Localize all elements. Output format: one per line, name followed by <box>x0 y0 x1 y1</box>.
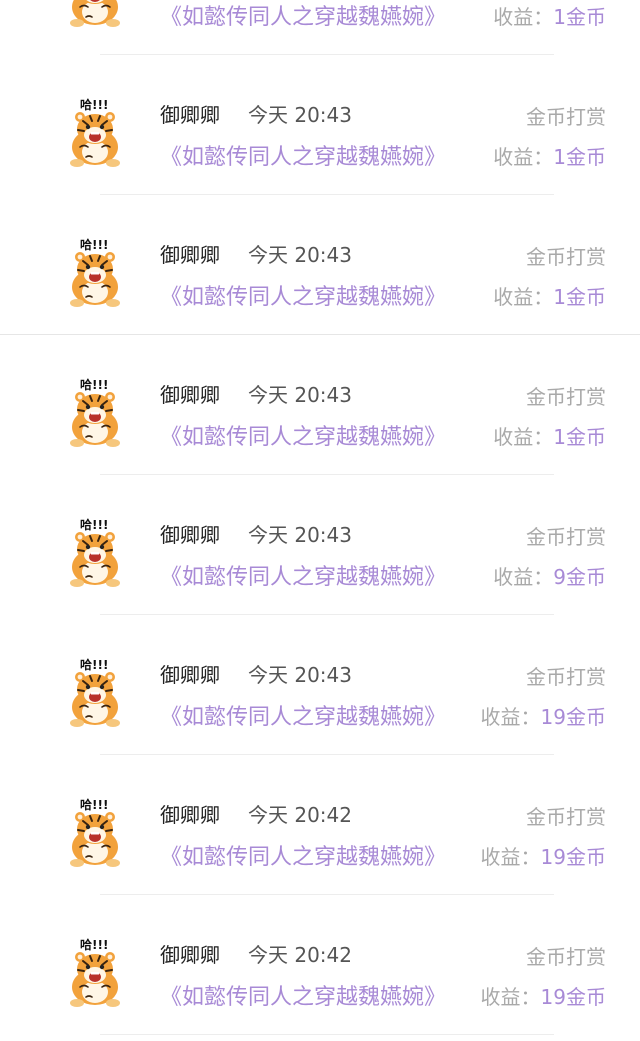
earnings: 收益：19金币 <box>481 841 606 870</box>
avatar-caption: 哈!!! <box>80 937 108 952</box>
earnings-value: 19金币 <box>540 705 606 729</box>
reward-type: 金币打赏 <box>526 385 606 409</box>
earnings-label: 收益： <box>493 565 554 589</box>
username[interactable]: 御卿卿 <box>160 379 220 408</box>
tiger-sticker-icon[interactable]: 哈!!! <box>66 797 124 867</box>
tiger-sticker-icon[interactable]: 哈!!! <box>66 237 124 307</box>
earnings: 收益：1金币 <box>493 421 606 450</box>
tiger-sticker-icon[interactable]: 哈!!! <box>66 377 124 447</box>
earnings-label: 收益： <box>480 845 541 869</box>
avatar-caption: 哈!!! <box>80 797 108 812</box>
reward-record-row[interactable]: 哈!!! 御卿卿 今天 20:43 金币打赏《如懿传同人之穿越魏嬿婉》 收益：9金币 <box>0 475 640 615</box>
earnings-value: 1金币 <box>553 425 606 449</box>
earnings-value: 1金币 <box>553 5 606 29</box>
earnings: 收益：1金币 <box>493 141 606 170</box>
avatar-caption: 哈!!! <box>80 657 108 672</box>
earnings: 收益：19金币 <box>481 981 606 1010</box>
reward-record-row[interactable]: 《如懿传同人之穿越魏嬿婉》 收益：1金币 <box>0 0 640 55</box>
avatar-caption: 哈!!! <box>80 97 108 112</box>
tiger-sticker-icon[interactable]: 哈!!! <box>66 937 124 1007</box>
username[interactable]: 御卿卿 <box>160 659 220 688</box>
earnings: 收益：19金币 <box>481 701 606 730</box>
avatar-caption: 哈!!! <box>80 517 108 532</box>
reward-record-list[interactable]: 《如懿传同人之穿越魏嬿婉》 收益：1金币 哈!!! 御卿卿 今天 20:43 金币打赏… <box>0 0 640 1035</box>
earnings-label: 收益： <box>493 425 554 449</box>
tiger-sticker-icon[interactable]: 哈!!! <box>66 657 124 727</box>
record-time: 今天 20:43 <box>248 243 352 267</box>
earnings-value: 19金币 <box>540 845 606 869</box>
row-divider <box>100 1034 554 1035</box>
reward-record-row[interactable]: 哈!!! 御卿卿 今天 20:42 金币打赏《如懿传同人之穿越魏嬿婉》 收益：19金币 <box>0 895 640 1035</box>
reward-record-row[interactable]: 哈!!! 御卿卿 今天 20:43 金币打赏《如懿传同人之穿越魏嬿婉》 收益：1金币 <box>0 195 640 335</box>
avatar-caption: 哈!!! <box>80 237 108 252</box>
username[interactable]: 御卿卿 <box>160 99 220 128</box>
book-title-link[interactable]: 《如懿传同人之穿越魏嬿婉》 <box>160 559 446 591</box>
earnings-value: 9金币 <box>553 565 606 589</box>
reward-type: 金币打赏 <box>526 805 606 829</box>
earnings-value: 19金币 <box>540 985 606 1009</box>
earnings: 收益：9金币 <box>493 561 606 590</box>
earnings-label: 收益： <box>480 985 541 1009</box>
book-title-link[interactable]: 《如懿传同人之穿越魏嬿婉》 <box>160 139 446 171</box>
reward-type: 金币打赏 <box>526 245 606 269</box>
earnings-label: 收益： <box>493 5 554 29</box>
username[interactable]: 御卿卿 <box>160 519 220 548</box>
earnings-value: 1金币 <box>553 285 606 309</box>
reward-record-row[interactable]: 哈!!! 御卿卿 今天 20:42 金币打赏《如懿传同人之穿越魏嬿婉》 收益：19金币 <box>0 755 640 895</box>
username[interactable]: 御卿卿 <box>160 239 220 268</box>
earnings-label: 收益： <box>493 145 554 169</box>
tiger-sticker-icon[interactable] <box>66 0 124 27</box>
record-time: 今天 20:43 <box>248 103 352 127</box>
book-title-link[interactable]: 《如懿传同人之穿越魏嬿婉》 <box>160 419 446 451</box>
record-time: 今天 20:43 <box>248 523 352 547</box>
reward-type: 金币打赏 <box>526 665 606 689</box>
book-title-link[interactable]: 《如懿传同人之穿越魏嬿婉》 <box>160 699 446 731</box>
avatar-caption: 哈!!! <box>80 377 108 392</box>
book-title-link[interactable]: 《如懿传同人之穿越魏嬿婉》 <box>160 0 446 31</box>
reward-record-row[interactable]: 哈!!! 御卿卿 今天 20:43 金币打赏《如懿传同人之穿越魏嬿婉》 收益：1金币 <box>0 335 640 475</box>
earnings-value: 1金币 <box>553 145 606 169</box>
record-time: 今天 20:43 <box>248 663 352 687</box>
reward-type: 金币打赏 <box>526 105 606 129</box>
earnings: 收益：1金币 <box>493 281 606 310</box>
reward-type: 金币打赏 <box>526 525 606 549</box>
record-time: 今天 20:42 <box>248 803 352 827</box>
reward-type: 金币打赏 <box>526 945 606 969</box>
username[interactable]: 御卿卿 <box>160 939 220 968</box>
record-time: 今天 20:42 <box>248 943 352 967</box>
reward-record-row[interactable]: 哈!!! 御卿卿 今天 20:43 金币打赏《如懿传同人之穿越魏嬿婉》 收益：19金币 <box>0 615 640 755</box>
tiger-sticker-icon[interactable]: 哈!!! <box>66 517 124 587</box>
username[interactable]: 御卿卿 <box>160 799 220 828</box>
earnings-label: 收益： <box>480 705 541 729</box>
record-time: 今天 20:43 <box>248 383 352 407</box>
reward-record-row[interactable]: 哈!!! 御卿卿 今天 20:43 金币打赏《如懿传同人之穿越魏嬿婉》 收益：1金币 <box>0 55 640 195</box>
earnings: 收益：1金币 <box>493 1 606 30</box>
book-title-link[interactable]: 《如懿传同人之穿越魏嬿婉》 <box>160 839 446 871</box>
tiger-sticker-icon[interactable]: 哈!!! <box>66 97 124 167</box>
book-title-link[interactable]: 《如懿传同人之穿越魏嬿婉》 <box>160 279 446 311</box>
book-title-link[interactable]: 《如懿传同人之穿越魏嬿婉》 <box>160 979 446 1011</box>
earnings-label: 收益： <box>493 285 554 309</box>
